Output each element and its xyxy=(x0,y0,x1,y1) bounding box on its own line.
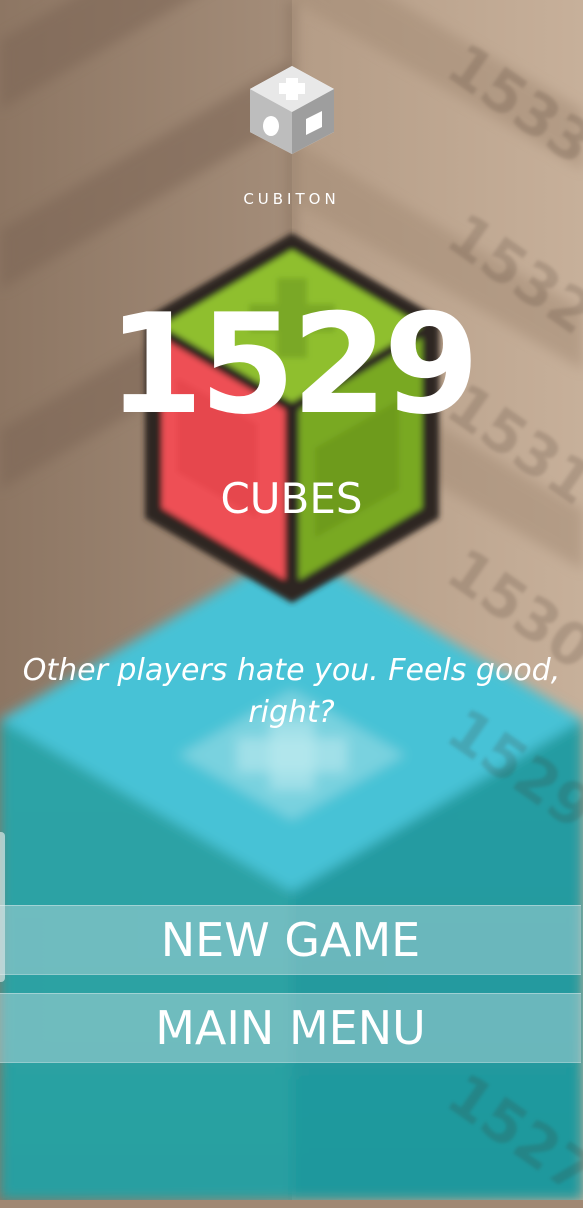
new-game-button[interactable]: NEW GAME xyxy=(0,905,581,975)
logo-text: CUBITON xyxy=(243,190,340,208)
main-menu-button[interactable]: MAIN MENU xyxy=(0,993,581,1063)
score-value: 1529 xyxy=(107,284,479,445)
score-unit-label: CUBES xyxy=(220,474,363,523)
result-message: Other players hate you. Feels good, righ… xyxy=(22,653,561,730)
cubiton-logo-icon xyxy=(250,66,334,154)
